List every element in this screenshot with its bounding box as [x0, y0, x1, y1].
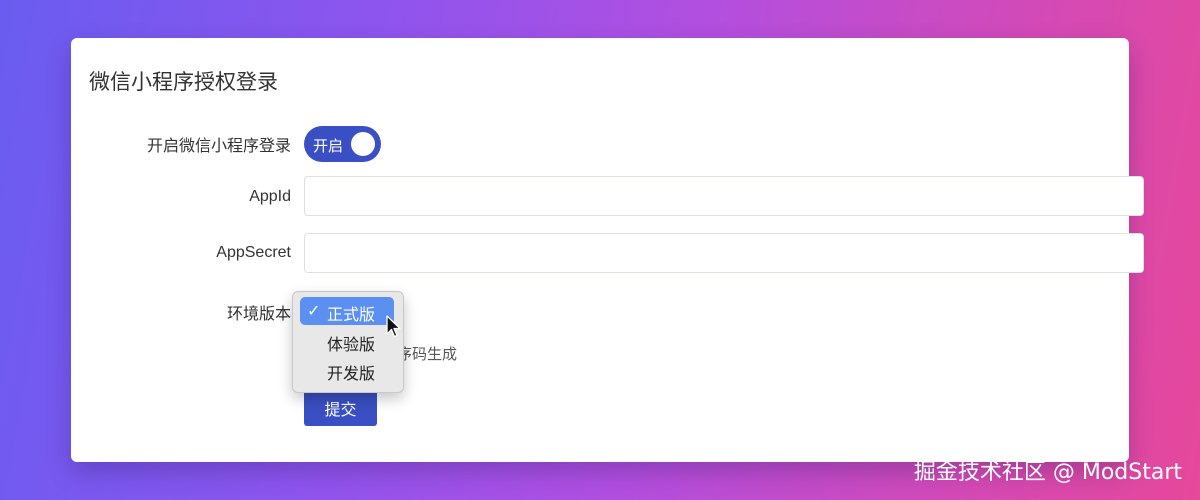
toggle-text: 开启 [313, 138, 344, 155]
watermark: 掘金技术社区 @ ModStart [913, 460, 1182, 485]
dropdown-option-release[interactable]: ✓ 正式版 [300, 297, 394, 325]
appsecret-label: AppSecret [216, 244, 291, 261]
option-label: 开发版 [327, 366, 376, 383]
env-version-label: 环境版本 [226, 306, 291, 323]
mouse-cursor-icon [386, 315, 401, 338]
enable-login-label: 开启微信小程序登录 [146, 138, 291, 155]
dropdown-option-develop[interactable]: 开发版 [300, 356, 394, 384]
card-title: 微信小程序授权登录 [89, 71, 278, 94]
option-label: 体验版 [327, 337, 376, 354]
submit-button[interactable]: 提交 [304, 390, 377, 426]
appid-label: AppId [249, 188, 291, 205]
toggle-knob [351, 132, 375, 156]
appsecret-input[interactable] [304, 233, 1144, 273]
appid-input[interactable] [304, 176, 1144, 216]
dropdown-option-trial[interactable]: 体验版 [300, 327, 394, 355]
settings-card: 微信小程序授权登录 开启微信小程序登录 开启 AppId AppSecret 环… [71, 38, 1144, 462]
env-help-text: 序码生成 [397, 346, 458, 363]
env-version-dropdown[interactable]: ✓ 正式版 体验版 开发版 [292, 291, 404, 393]
option-label: 正式版 [327, 307, 376, 324]
check-icon: ✓ [307, 303, 321, 320]
enable-login-toggle[interactable]: 开启 [304, 126, 381, 162]
